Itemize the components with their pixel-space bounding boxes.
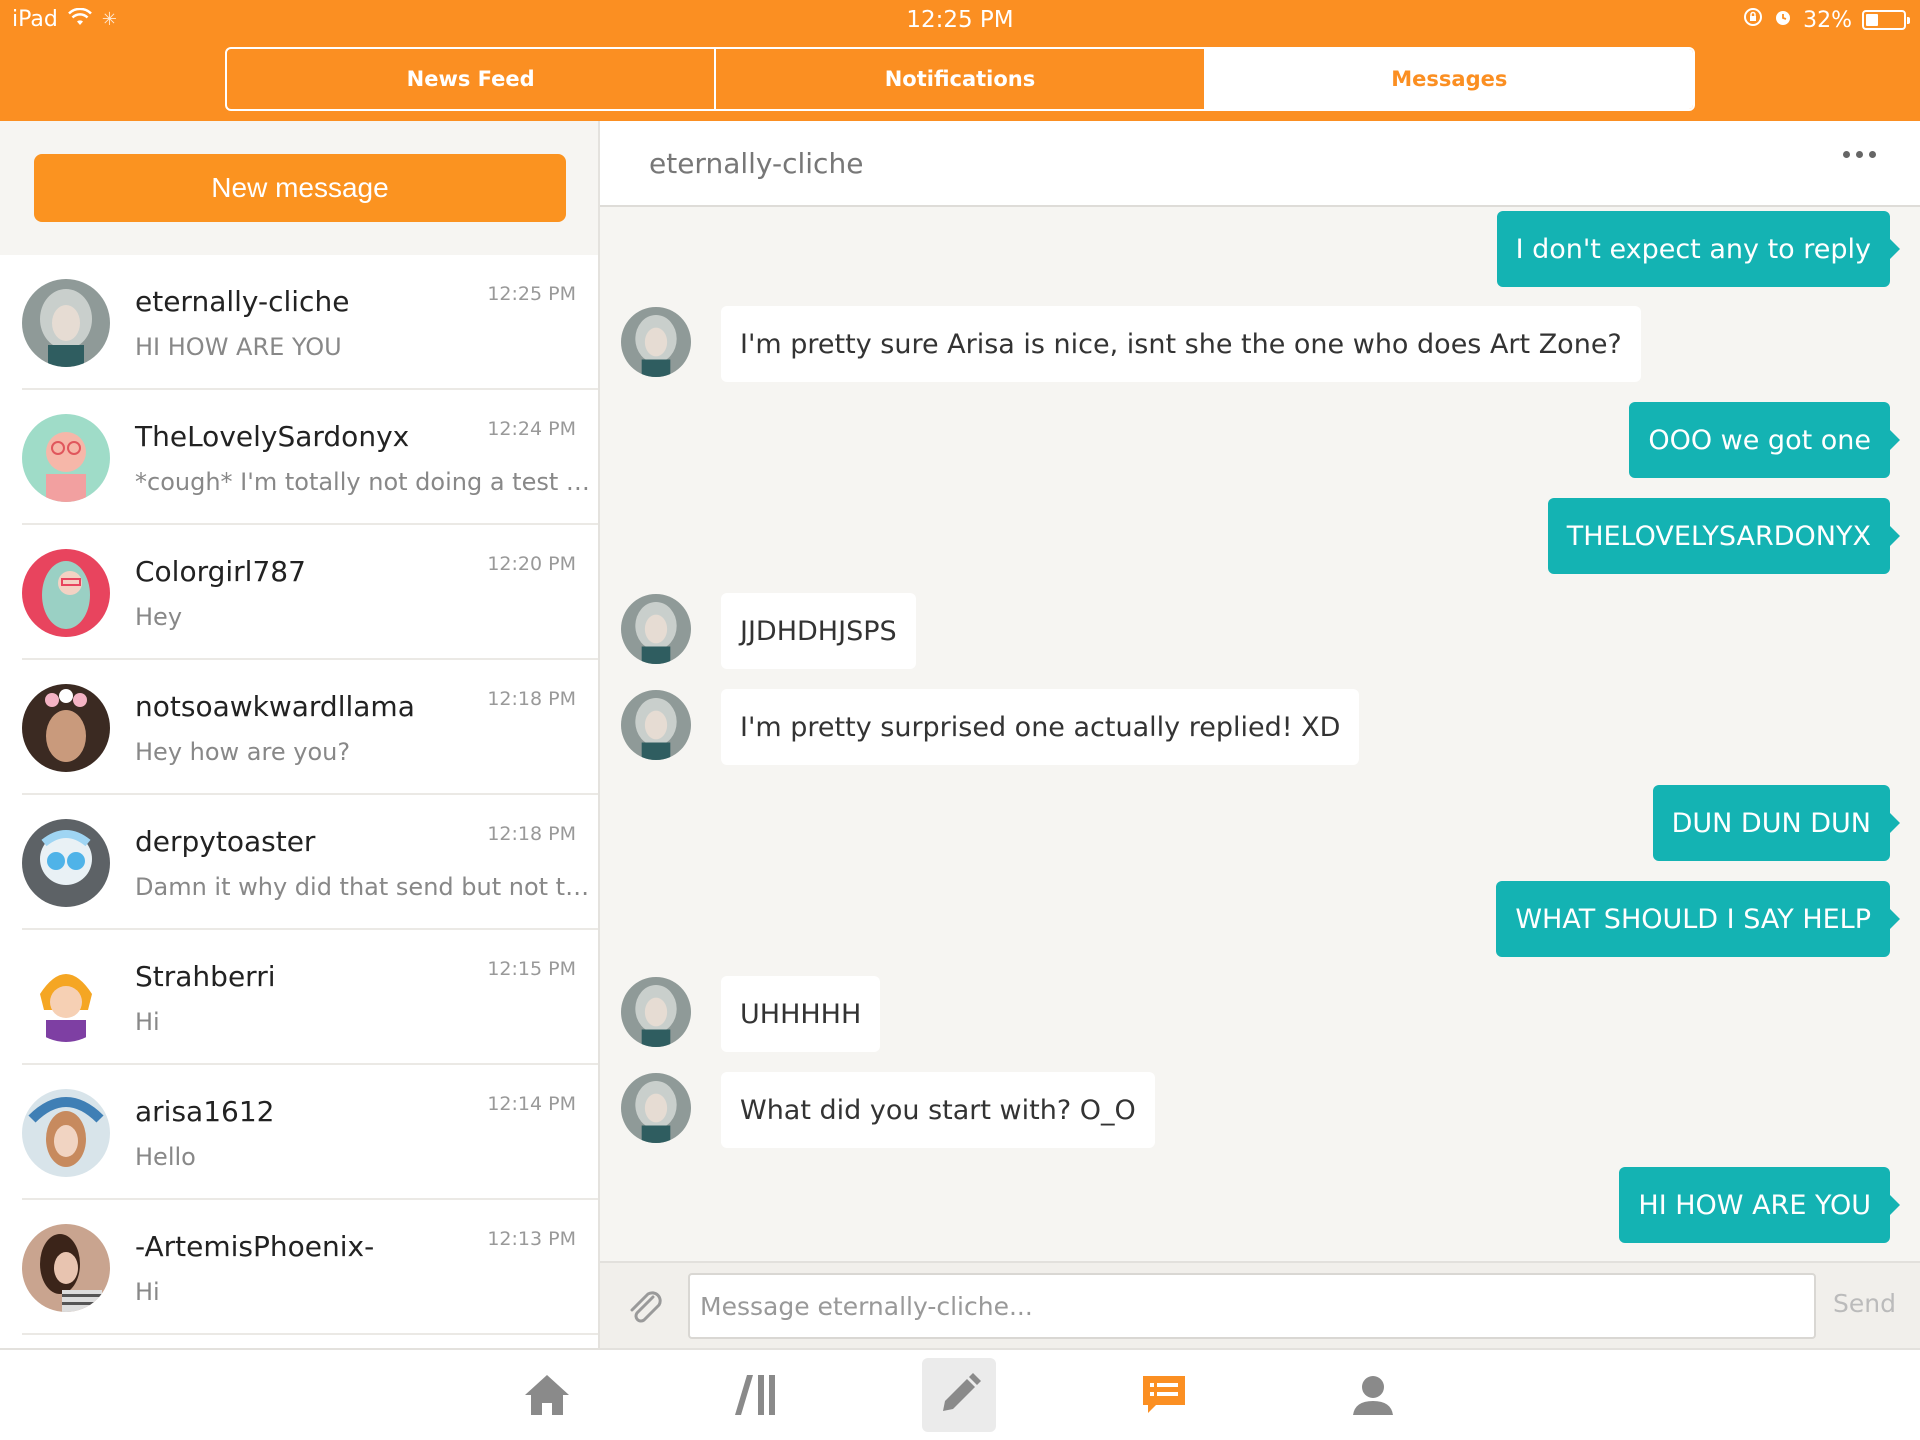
message-incoming: JJDHDHJSPS [721,593,916,669]
conversation-name: Colorgirl787 [135,555,306,588]
conversation-preview: Hey [135,603,183,631]
conversation-time: 12:15 PM [487,958,576,980]
message-outgoing: WHAT SHOULD I SAY HELP [1496,881,1900,957]
battery-icon [1862,10,1910,30]
explore-icon[interactable] [718,1358,792,1432]
chat-header: eternally-cliche [600,121,1920,207]
segmented-control: News Feed Notifications Messages [225,47,1695,111]
conversation-name: TheLovelySardonyx [135,420,410,453]
conversation-item-thelovelysardonyx[interactable]: TheLovelySardonyx *cough* I'm totally no… [22,390,598,525]
conversation-time: 12:24 PM [487,418,576,440]
home-icon[interactable] [510,1358,584,1432]
conversation-item-artemisphoenix[interactable]: -ArtemisPhoenix- Hi 12:13 PM [22,1200,598,1335]
avatar [22,1224,110,1312]
bottom-tab-bar [0,1348,1920,1440]
avatar [621,690,691,760]
avatar [22,819,110,907]
conversation-name: derpytoaster [135,825,316,858]
conversation-item-eternally-cliche[interactable]: eternally-cliche HI HOW ARE YOU 12:25 PM [22,255,598,390]
avatar [621,977,691,1047]
message-outgoing: DUN DUN DUN [1652,785,1901,861]
conversation-name: -ArtemisPhoenix- [135,1230,375,1263]
avatar [22,1089,110,1177]
battery-percent: 32% [1803,7,1852,33]
conversation-preview: Hello [135,1143,196,1171]
avatar [621,307,691,377]
message-outgoing: OOO we got one [1629,402,1900,478]
avatar [22,279,110,367]
conversation-name: notsoawkwardllama [135,690,415,723]
conversation-preview: Damn it why did that send but not the ot… [135,873,595,901]
conversation-name: arisa1612 [135,1095,275,1128]
alarm-icon [1773,7,1793,33]
conversation-name: eternally-cliche [135,285,350,318]
message-outgoing: THELOVELYSARDONYX [1547,498,1901,574]
conversation-item-arisa1612[interactable]: arisa1612 Hello 12:14 PM [22,1065,598,1200]
conversation-time: 12:18 PM [487,688,576,710]
status-bar: iPad ✳ 12:25 PM 32% [0,0,1920,40]
top-header: iPad ✳ 12:25 PM 32% News Feed Notificati… [0,0,1920,121]
avatar [621,1073,691,1143]
conversation-time: 12:25 PM [487,283,576,305]
conversation-sidebar: New message eternally-cliche HI HOW ARE … [0,121,600,1348]
conversation-item-strahberri[interactable]: Strahberri Hi 12:15 PM [22,930,598,1065]
chat-panel: eternally-cliche I don't expect any to r… [600,121,1920,1348]
message-input[interactable] [688,1273,1816,1339]
rotation-lock-icon [1743,7,1763,33]
message-incoming: UHHHHH [721,976,881,1052]
conversation-name: Strahberri [135,960,276,993]
conversation-item-colorgirl787[interactable]: Colorgirl787 Hey 12:20 PM [22,525,598,660]
avatar [22,414,110,502]
conversation-item-notsoawkwardllama[interactable]: notsoawkwardllama Hey how are you? 12:18… [22,660,598,795]
conversation-preview: Hey how are you? [135,738,351,766]
new-message-area: New message [0,121,598,255]
message-incoming: I'm pretty sure Arisa is nice, isnt she … [721,306,1641,382]
tab-notifications[interactable]: Notifications [716,49,1206,109]
compose-pencil-icon[interactable] [922,1358,996,1432]
conversation-time: 12:20 PM [487,553,576,575]
message-outgoing: I don't expect any to reply [1496,211,1901,287]
messages-icon[interactable] [1127,1358,1201,1432]
conversation-preview: Hi [135,1278,160,1306]
attachment-paperclip-icon[interactable] [623,1285,667,1329]
avatar [621,594,691,664]
message-composer: Send [600,1261,1920,1348]
more-options-icon[interactable] [1843,151,1876,158]
conversation-preview: Hi [135,1008,160,1036]
conversation-preview: *cough* I'm totally not doing a test to … [135,468,595,496]
avatar [22,549,110,637]
message-incoming: I'm pretty surprised one actually replie… [721,689,1360,765]
conversation-item-derpytoaster[interactable]: derpytoaster Damn it why did that send b… [22,795,598,930]
conversation-time: 12:14 PM [487,1093,576,1115]
tab-messages[interactable]: Messages [1205,49,1693,109]
avatar [22,954,110,1042]
message-outgoing: HI HOW ARE YOU [1619,1167,1900,1243]
avatar [22,684,110,772]
tab-news-feed[interactable]: News Feed [227,49,717,109]
conversation-time: 12:13 PM [487,1228,576,1250]
chat-title: eternally-cliche [649,147,864,180]
send-button[interactable]: Send [1833,1289,1896,1318]
new-message-button[interactable]: New message [34,154,566,222]
status-time: 12:25 PM [906,7,1014,33]
message-incoming: What did you start with? O_O [721,1072,1155,1148]
conversation-time: 12:18 PM [487,823,576,845]
conversation-preview: HI HOW ARE YOU [135,333,342,361]
profile-icon[interactable] [1336,1358,1410,1432]
